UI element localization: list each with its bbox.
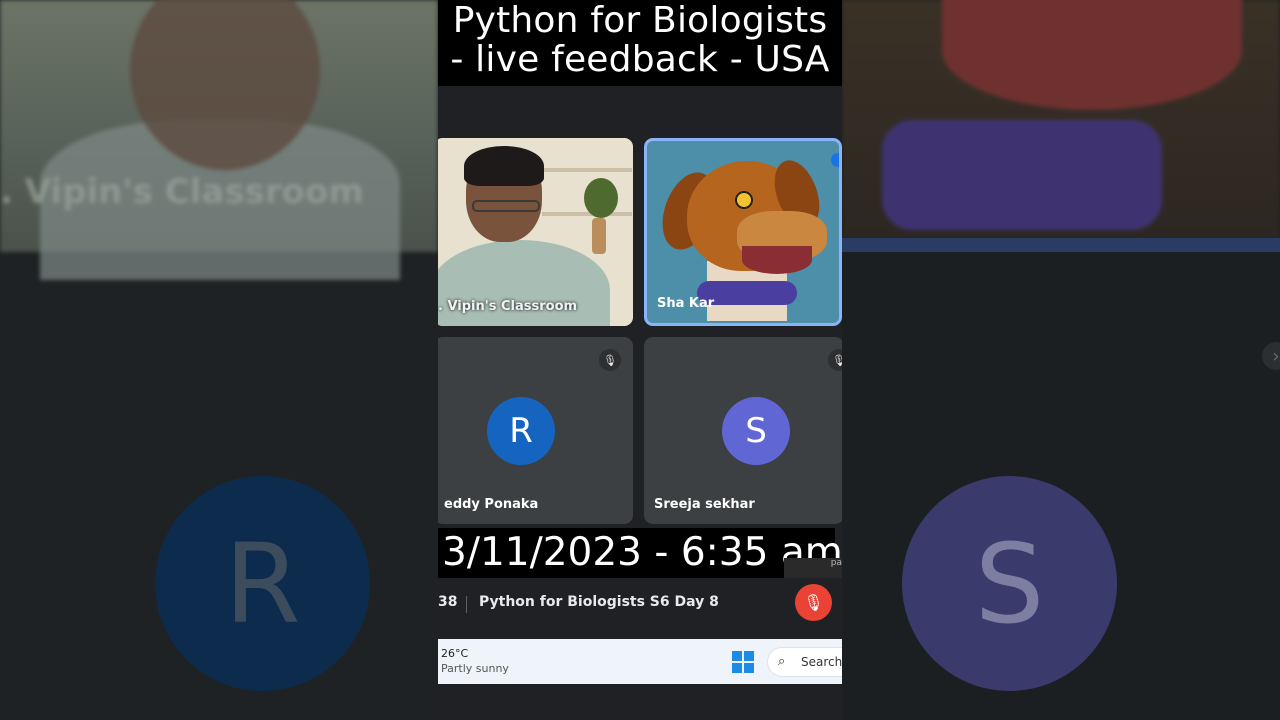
plant [584, 178, 618, 218]
meeting-title: Python for Biologists S6 Day 8 [479, 594, 719, 610]
blurred-caption: . Vipin's Classroom [0, 172, 364, 212]
blurred-presenter-video: . Vipin's Classroom [0, 0, 438, 280]
windows-taskbar: 26°C Partly sunny ⌕ Search [438, 639, 842, 684]
participant-tile-sreeja[interactable]: 🎙 S Sreeja sekhar [644, 337, 842, 524]
meeting-clock: 38 [438, 594, 458, 610]
glasses [472, 200, 540, 212]
participant-tile-sha-kar[interactable]: Sha Kar [644, 138, 842, 326]
corner-chip: pa [784, 558, 842, 578]
left-blurred-backdrop: . Vipin's Classroom R [0, 0, 438, 720]
blurred-avatar-r: R [155, 476, 370, 691]
participant-name: Sreeja sekhar [654, 497, 755, 512]
mic-off-icon: 🎙 [803, 593, 824, 612]
divider [466, 596, 467, 613]
title-line-2: - live feedback - USA [450, 39, 830, 80]
meeting-controls-bar: 38 Python for Biologists S6 Day 8 🎙 [438, 580, 842, 638]
title-line-1: Python for Biologists [452, 0, 828, 41]
mic-off-icon: 🎙 [828, 349, 842, 371]
mic-toggle-button[interactable]: 🎙 [795, 584, 832, 621]
participant-tile-ponaka[interactable]: 🎙 R eddy Ponaka [438, 337, 633, 524]
blurred-active-border [842, 238, 1280, 252]
participant-name: eddy Ponaka [444, 497, 539, 512]
mic-off-icon: 🎙 [599, 349, 621, 371]
date-overlay: 3/11/2023 - 6:35 am [438, 528, 842, 578]
search-label: Search [801, 655, 842, 669]
video-title-banner: Python for Biologists - live feedback - … [438, 0, 842, 86]
avatar: R [487, 397, 555, 465]
avatar: S [722, 397, 790, 465]
windows-logo-icon[interactable] [732, 651, 754, 673]
weather-temperature[interactable]: 26°C [441, 647, 468, 660]
blurred-dog-video [842, 0, 1280, 240]
participant-name: Sha Kar [657, 296, 715, 311]
vase [592, 218, 606, 254]
participant-name: . Vipin's Classroom [438, 299, 578, 314]
participant-tile-vipin[interactable]: . Vipin's Classroom [438, 138, 633, 326]
taskbar-search-box[interactable]: ⌕ Search [767, 647, 842, 677]
meeting-screen: Python for Biologists - live feedback - … [438, 0, 842, 720]
search-icon: ⌕ [778, 654, 786, 669]
speaking-indicator-icon [831, 153, 839, 167]
blurred-avatar-s: S [902, 476, 1117, 691]
weather-description[interactable]: Partly sunny [441, 662, 509, 675]
